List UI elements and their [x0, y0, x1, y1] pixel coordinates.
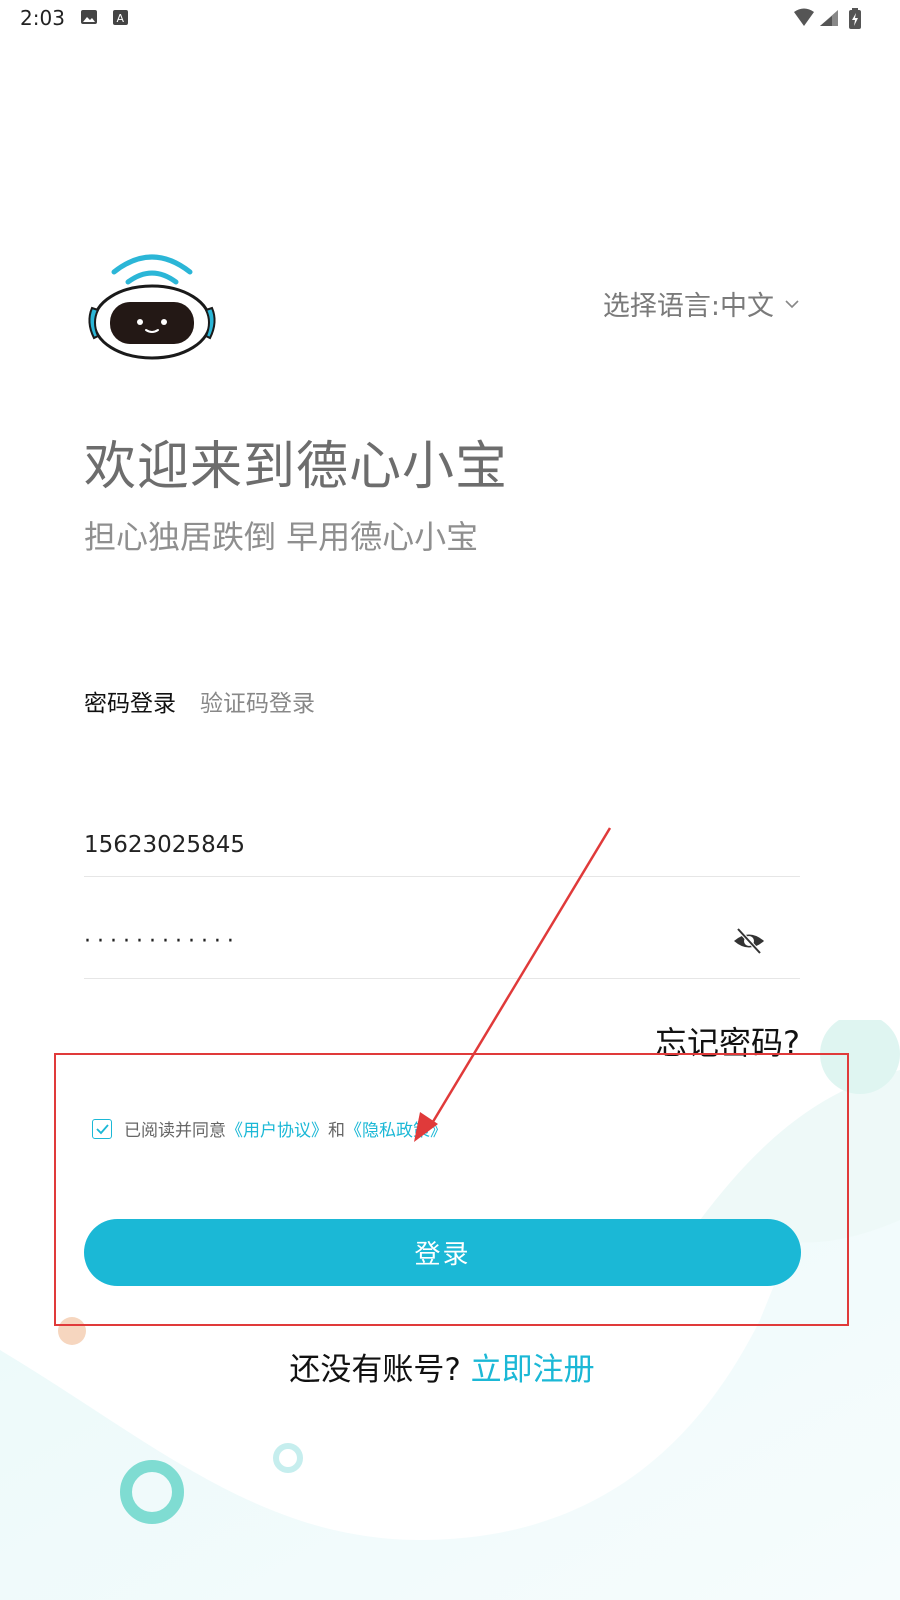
login-screen: 2:03 A 选择语言: 中文 欢迎来到德心小宝 担心独居跌倒 早用德心小宝 密…: [0, 0, 900, 1600]
password-input[interactable]: [84, 918, 684, 964]
login-tabs: 密码登录 验证码登录: [84, 684, 315, 718]
language-label: 选择语言:: [602, 291, 720, 322]
svg-text:A: A: [117, 12, 125, 25]
a-icon: A: [113, 10, 128, 25]
language-selector[interactable]: 选择语言: 中文: [603, 284, 800, 323]
battery-icon: [849, 8, 861, 29]
register-link[interactable]: 立即注册: [471, 1352, 595, 1388]
status-bar: 2:03 A: [0, 0, 900, 36]
tab-password-login[interactable]: 密码登录: [84, 684, 176, 718]
phone-input[interactable]: [84, 820, 684, 870]
register-row: 还没有账号? 立即注册: [0, 1344, 884, 1389]
eye-off-icon[interactable]: [732, 926, 766, 956]
language-value: 中文: [720, 291, 774, 322]
image-icon: [81, 10, 97, 24]
welcome-slogan: 担心独居跌倒 早用德心小宝: [84, 518, 479, 556]
tab-code-login[interactable]: 验证码登录: [200, 684, 315, 718]
register-prompt: 还没有账号?: [289, 1352, 461, 1388]
wifi-icon: [794, 8, 814, 26]
phone-field: [84, 820, 800, 877]
status-time: 2:03: [20, 6, 65, 30]
signal-icon: [820, 10, 838, 26]
annotation-highlight-box: [54, 1053, 849, 1326]
password-field: [84, 918, 800, 979]
app-logo: [88, 254, 216, 360]
welcome-title: 欢迎来到德心小宝: [84, 437, 509, 497]
chevron-down-icon: [785, 299, 799, 308]
